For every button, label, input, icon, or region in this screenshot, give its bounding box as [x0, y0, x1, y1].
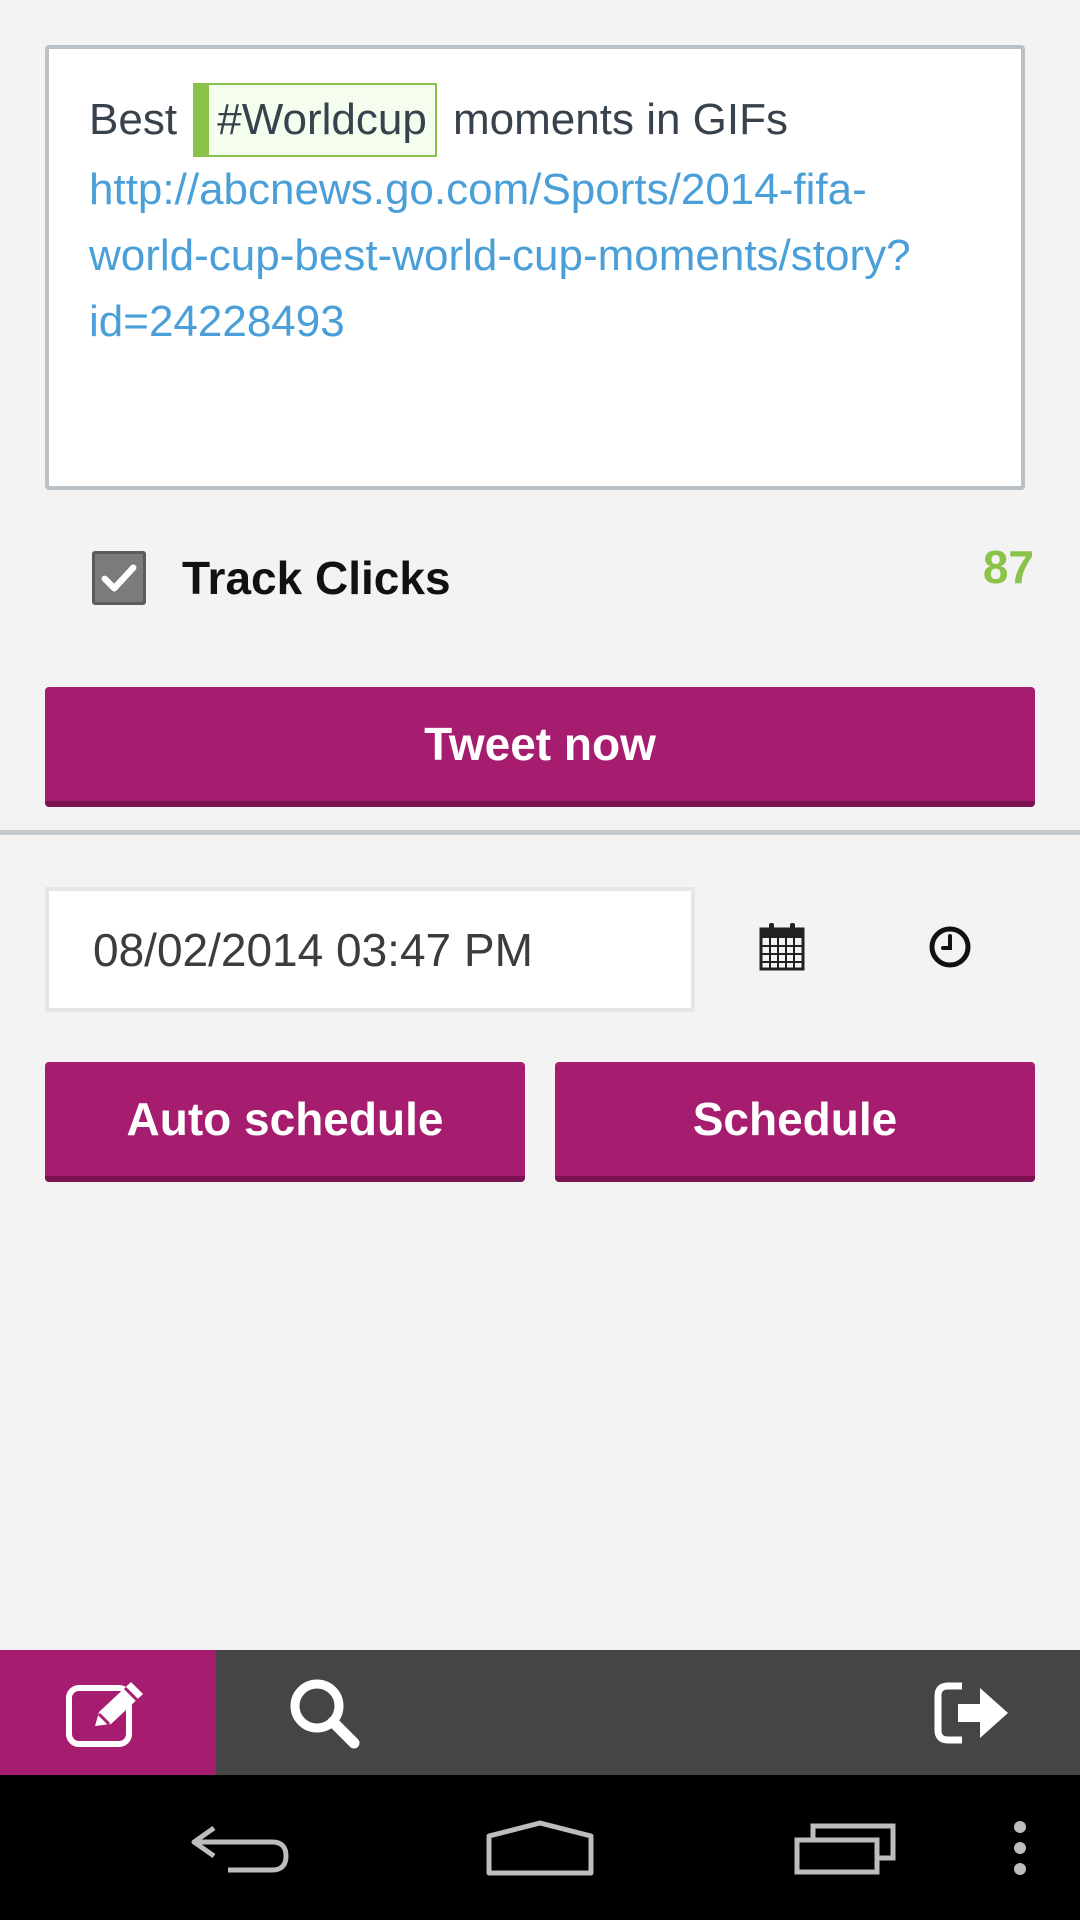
tab-logout[interactable]: [864, 1650, 1080, 1775]
tweet-text-suffix: moments in GIFs: [453, 95, 788, 144]
nav-menu-button[interactable]: [1000, 1775, 1040, 1920]
search-icon: [290, 1679, 360, 1748]
tweet-link: http://abcnews.go.com/Sports/2014-fifa-w…: [89, 165, 911, 346]
overflow-menu-icon: [1014, 1820, 1026, 1875]
bottom-tab-bar: [0, 1650, 1080, 1775]
clock-icon: [929, 926, 971, 968]
clock-button[interactable]: [915, 912, 985, 982]
calendar-button[interactable]: [747, 912, 817, 982]
home-icon: [486, 1820, 594, 1875]
schedule-datetime-field[interactable]: 08/02/2014 03:47 PM: [45, 887, 695, 1012]
recent-apps-icon: [794, 1823, 896, 1874]
hashtag-highlight: #Worldcup: [193, 83, 437, 157]
tab-compose[interactable]: [0, 1650, 216, 1775]
track-clicks-row[interactable]: Track Clicks: [92, 548, 451, 608]
logout-icon: [934, 1682, 1008, 1743]
track-clicks-label: Track Clicks: [182, 552, 451, 604]
schedule-button[interactable]: Schedule: [555, 1062, 1035, 1182]
back-arrow-icon: [191, 1825, 289, 1872]
tweet-compose-textarea[interactable]: Best #Worldcup moments in GIFs http://ab…: [45, 45, 1025, 490]
system-navigation-bar: [0, 1775, 1080, 1920]
nav-back-button[interactable]: [170, 1775, 310, 1920]
compose-icon: [66, 1681, 143, 1747]
tweet-now-button[interactable]: Tweet now: [45, 687, 1035, 807]
section-divider: [0, 830, 1080, 835]
tweet-text: Best #Worldcup moments in GIFs http://ab…: [89, 83, 981, 355]
tab-search[interactable]: [216, 1650, 432, 1775]
checkmark-icon: [101, 564, 137, 592]
auto-schedule-button[interactable]: Auto schedule: [45, 1062, 525, 1182]
nav-home-button[interactable]: [470, 1775, 610, 1920]
calendar-icon: [759, 923, 805, 971]
character-counter: 87: [982, 541, 1034, 593]
nav-recent-apps-button[interactable]: [775, 1775, 915, 1920]
track-clicks-checkbox[interactable]: [92, 551, 146, 605]
tweet-text-prefix: Best: [89, 95, 178, 144]
